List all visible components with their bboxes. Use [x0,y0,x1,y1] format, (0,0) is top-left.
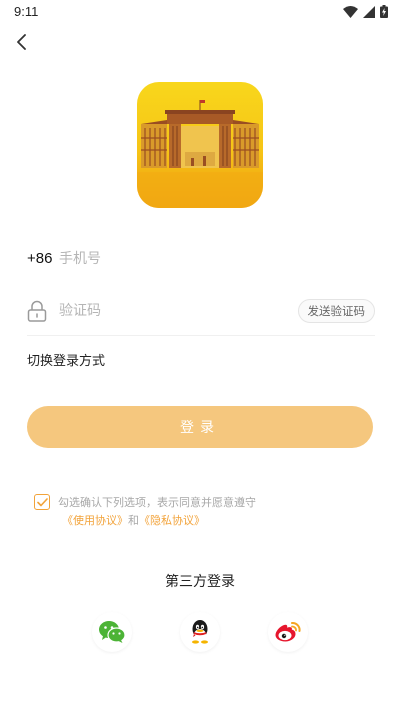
lock-icon [27,300,47,322]
checkmark-icon [36,497,48,506]
agreement-checkbox[interactable] [34,494,50,510]
country-code[interactable]: +86 [27,250,52,267]
send-code-button[interactable]: 发送验证码 [297,299,375,323]
wifi-icon [343,5,358,18]
login-button[interactable]: 登录 [27,406,373,448]
chevron-left-icon [17,34,26,50]
agreement-links: 《使用协议》和《隐私协议》 [62,511,205,531]
battery-charging-icon [380,5,388,18]
app-logo [137,82,263,208]
code-input[interactable] [59,298,279,324]
weibo-login-button[interactable] [268,612,308,652]
gate-building-logo [137,82,263,208]
switch-login-method[interactable]: 切换登录方式 [27,350,105,369]
weibo-icon [275,622,301,642]
qq-icon [192,620,208,644]
phone-input[interactable] [59,246,359,272]
back-button[interactable] [10,30,34,54]
agreement-text: 勾选确认下列选项，表示同意并愿意遵守 [58,496,256,509]
third-party-login-title: 第三方登录 [165,574,235,590]
privacy-policy-link[interactable]: 《隐私协议》 [139,514,205,527]
status-bar: 9:11 [0,0,400,24]
terms-of-use-link[interactable]: 《使用协议》 [62,514,128,527]
status-time: 9:11 [14,4,39,19]
wechat-login-button[interactable] [92,612,132,652]
status-icons [343,5,388,18]
phone-row: +86 [27,234,375,284]
cellular-icon [363,5,375,18]
wechat-icon [99,621,126,643]
agreement-and: 和 [128,514,139,527]
qq-login-button[interactable] [180,612,220,652]
code-row: 发送验证码 [27,286,375,336]
